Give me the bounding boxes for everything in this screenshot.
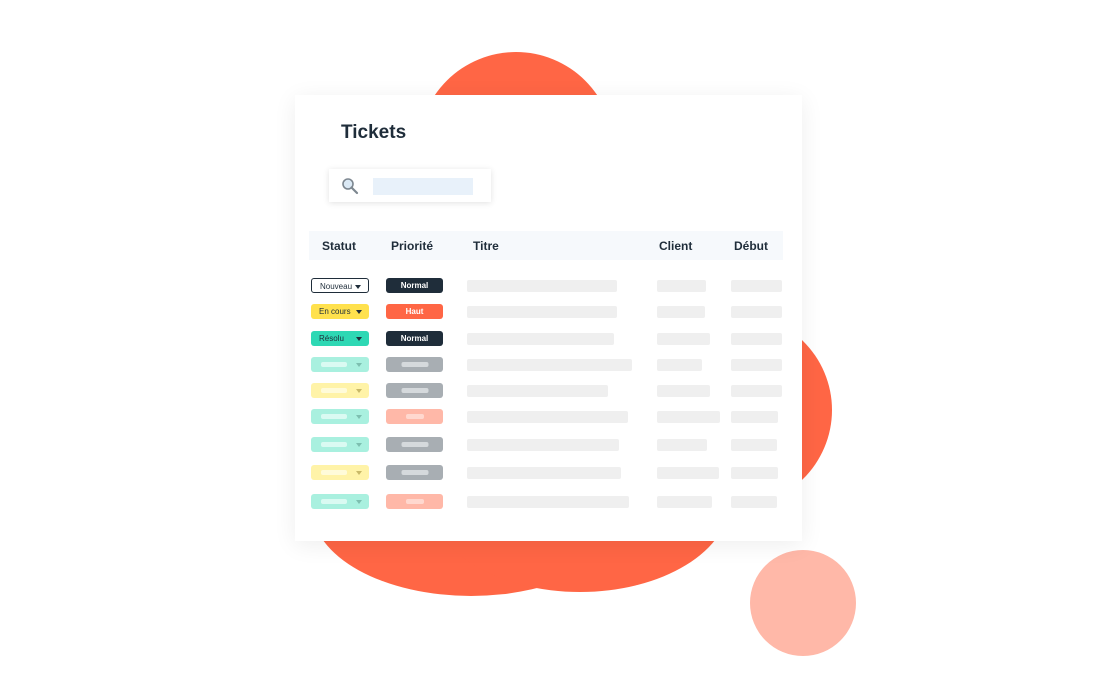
priority-badge: [386, 357, 443, 372]
priority-badge: [386, 437, 443, 452]
client-placeholder: [657, 306, 705, 318]
table-row[interactable]: [295, 383, 802, 399]
caret-down-icon: [356, 310, 362, 314]
search-box[interactable]: [329, 169, 491, 202]
debut-placeholder: [731, 439, 777, 451]
placeholder-bar: [401, 362, 428, 367]
debut-placeholder: [731, 467, 778, 479]
table-row[interactable]: [295, 409, 802, 425]
title-placeholder: [467, 333, 614, 345]
placeholder-bar: [401, 442, 428, 447]
caret-down-icon: [356, 500, 362, 504]
search-icon: [342, 178, 359, 195]
priority-badge: Haut: [386, 304, 443, 319]
table-row[interactable]: Nouveau Normal: [295, 278, 802, 294]
table-header: Statut Priorité Titre Client Début: [309, 231, 783, 260]
status-dropdown[interactable]: [311, 465, 369, 480]
placeholder-bar: [321, 388, 347, 393]
client-placeholder: [657, 439, 707, 451]
tickets-card: Tickets Statut Priorité Titre Client Déb…: [295, 95, 802, 541]
status-dropdown[interactable]: [311, 437, 369, 452]
debut-placeholder: [731, 359, 782, 371]
client-placeholder: [657, 280, 706, 292]
priority-badge: [386, 383, 443, 398]
title-placeholder: [467, 496, 629, 508]
placeholder-bar: [321, 414, 347, 419]
decorative-circle: [750, 550, 856, 656]
column-header-client[interactable]: Client: [659, 239, 692, 253]
column-header-titre[interactable]: Titre: [473, 239, 499, 253]
caret-down-icon: [355, 285, 361, 289]
client-placeholder: [657, 385, 710, 397]
title-placeholder: [467, 359, 632, 371]
title-placeholder: [467, 411, 628, 423]
placeholder-bar: [321, 499, 347, 504]
status-label: En cours: [319, 307, 351, 316]
page-title: Tickets: [341, 122, 407, 143]
search-input[interactable]: [373, 178, 473, 195]
status-dropdown[interactable]: Nouveau: [311, 278, 369, 293]
title-placeholder: [467, 385, 608, 397]
column-header-priorite[interactable]: Priorité: [391, 239, 433, 253]
client-placeholder: [657, 467, 719, 479]
debut-placeholder: [731, 411, 778, 423]
placeholder-bar: [405, 414, 424, 419]
client-placeholder: [657, 333, 710, 345]
priority-badge: [386, 409, 443, 424]
title-placeholder: [467, 439, 619, 451]
status-label: Résolu: [319, 334, 344, 343]
priority-badge: Normal: [386, 278, 443, 293]
client-placeholder: [657, 411, 720, 423]
caret-down-icon: [356, 337, 362, 341]
status-dropdown[interactable]: En cours: [311, 304, 369, 319]
placeholder-bar: [401, 470, 428, 475]
priority-badge: Normal: [386, 331, 443, 346]
status-dropdown[interactable]: Résolu: [311, 331, 369, 346]
placeholder-bar: [321, 362, 347, 367]
placeholder-bar: [405, 499, 424, 504]
caret-down-icon: [356, 471, 362, 475]
title-placeholder: [467, 280, 617, 292]
column-header-statut[interactable]: Statut: [322, 239, 356, 253]
debut-placeholder: [731, 306, 782, 318]
title-placeholder: [467, 467, 621, 479]
table-row[interactable]: [295, 465, 802, 481]
caret-down-icon: [356, 415, 362, 419]
status-dropdown[interactable]: [311, 494, 369, 509]
status-label: Nouveau: [320, 282, 353, 291]
table-row[interactable]: [295, 437, 802, 453]
priority-badge: [386, 465, 443, 480]
placeholder-bar: [321, 470, 347, 475]
column-header-debut[interactable]: Début: [734, 239, 768, 253]
caret-down-icon: [356, 389, 362, 393]
placeholder-bar: [401, 388, 428, 393]
status-dropdown[interactable]: [311, 409, 369, 424]
placeholder-bar: [321, 442, 347, 447]
title-placeholder: [467, 306, 617, 318]
debut-placeholder: [731, 333, 782, 345]
debut-placeholder: [731, 280, 782, 292]
table-row[interactable]: [295, 494, 802, 510]
client-placeholder: [657, 359, 702, 371]
table-row[interactable]: [295, 357, 802, 373]
debut-placeholder: [731, 385, 782, 397]
table-row[interactable]: Résolu Normal: [295, 331, 802, 347]
priority-badge: [386, 494, 443, 509]
table-row[interactable]: En cours Haut: [295, 304, 802, 320]
status-dropdown[interactable]: [311, 383, 369, 398]
debut-placeholder: [731, 496, 777, 508]
status-dropdown[interactable]: [311, 357, 369, 372]
client-placeholder: [657, 496, 712, 508]
caret-down-icon: [356, 443, 362, 447]
caret-down-icon: [356, 363, 362, 367]
